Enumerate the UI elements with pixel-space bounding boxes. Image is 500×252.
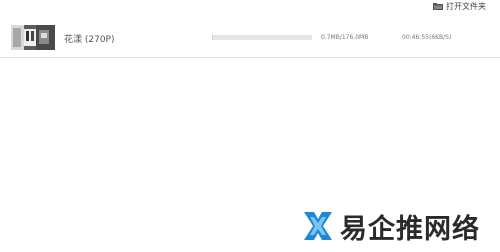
folder-icon bbox=[433, 2, 443, 10]
watermark: 易企推网络 bbox=[300, 205, 496, 247]
open-folder-button[interactable]: 打开文件夹 bbox=[433, 0, 486, 12]
download-time-remaining: 00:46:55(6KB/S) bbox=[402, 34, 452, 41]
top-toolbar: 打开文件夹 bbox=[0, 0, 500, 12]
download-size: 0.7MB/176.0MB bbox=[321, 34, 369, 41]
video-thumbnail bbox=[11, 25, 55, 50]
download-progress-bar bbox=[212, 35, 312, 40]
download-row[interactable]: 花漾 (270P) 0.7MB/176.0MB 00:46:55(6KB/S) bbox=[0, 21, 500, 58]
watermark-text: 易企推网络 bbox=[340, 213, 480, 245]
watermark-logo-icon bbox=[304, 212, 332, 240]
download-name: 花漾 (270P) bbox=[64, 35, 115, 45]
open-folder-label: 打开文件夹 bbox=[446, 1, 486, 11]
